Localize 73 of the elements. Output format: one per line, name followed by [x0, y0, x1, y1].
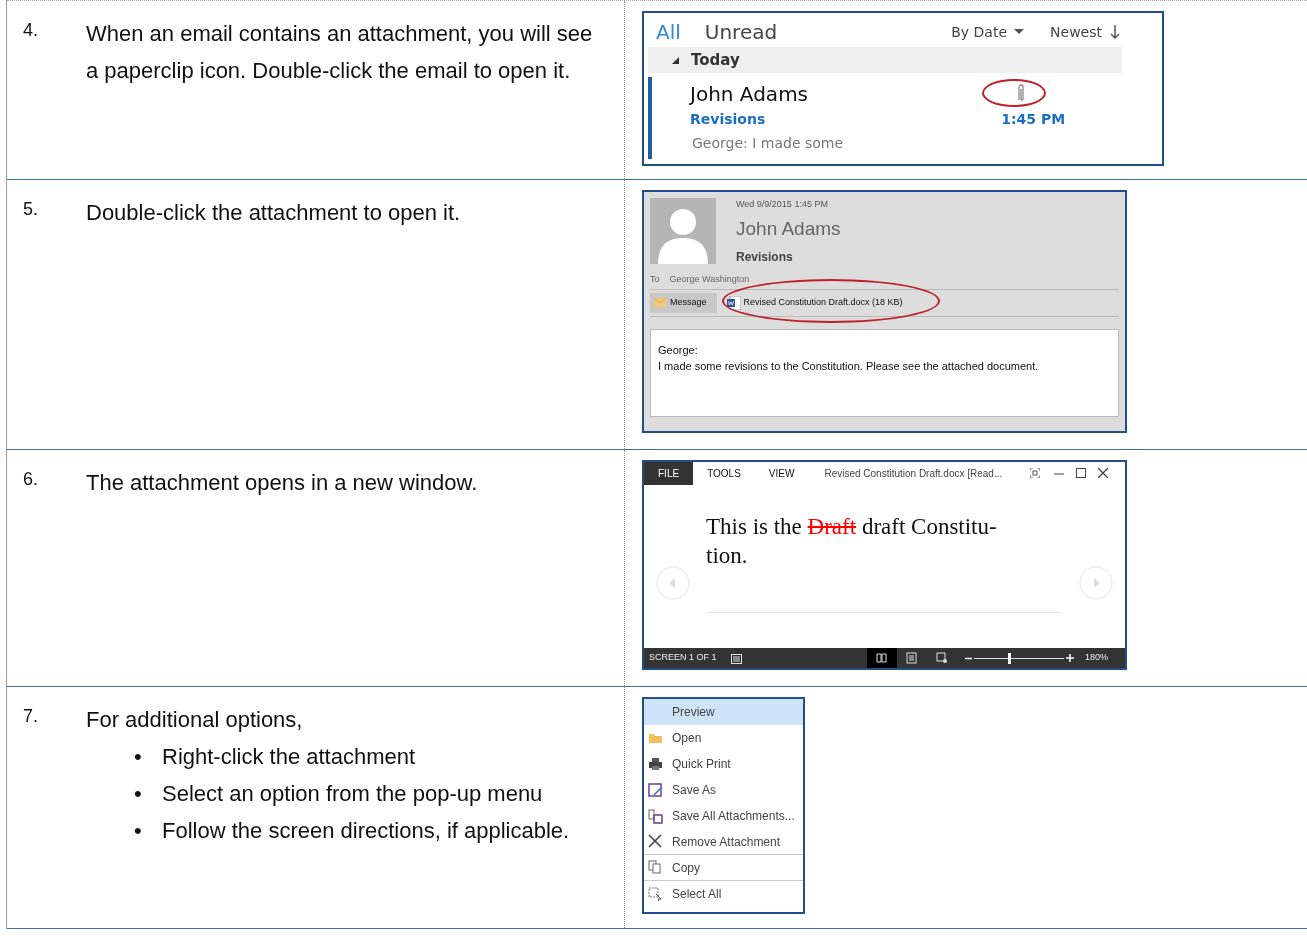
step-instruction: Double-click the attachment to open it. [86, 199, 462, 227]
caret-icon [1014, 29, 1025, 35]
window-title: Revised Constitution Draft.docx [Read... [824, 466, 1003, 481]
bullet-marker: • [134, 780, 143, 808]
sort-dropdown[interactable]: By Date [951, 21, 1008, 43]
ribbon-tab[interactable]: FILE [644, 461, 694, 485]
menu-item[interactable]: Preview [644, 699, 803, 725]
message-body-line: I made some revisions to the Constitution. Please see the attached document. [658, 358, 1040, 374]
fullscreen-icon [1030, 468, 1041, 478]
menu-item[interactable]: Select All [644, 881, 803, 907]
bullet-item: Right-click the attachment [162, 743, 416, 771]
bullet-marker: • [134, 817, 143, 845]
next-page-icon [1079, 566, 1113, 600]
step-number: 5. [23, 198, 39, 221]
collapse-triangle-icon [672, 56, 679, 64]
zoom-in-icon [1065, 654, 1074, 662]
step-number: 4. [23, 19, 39, 42]
avatar-silhouette-icon [650, 198, 716, 264]
step-instruction: When an email contains an attachment, you will see a paperclip icon. Double-click the email to open it. [86, 20, 594, 85]
menu-item[interactable]: Quick Print [644, 751, 803, 777]
filter-tab[interactable]: Unread [704, 17, 778, 47]
message-body-line: George: [658, 342, 699, 358]
menu-item[interactable]: Copy [644, 855, 803, 881]
step-instruction: For additional options, [86, 706, 304, 734]
previous-page-icon [656, 566, 690, 600]
message-tab[interactable]: Message [650, 292, 717, 313]
view-icon [906, 652, 918, 664]
save-icon [648, 782, 663, 798]
view-mode-button[interactable] [866, 648, 897, 668]
email-item[interactable]: John Adams Revisions 1:45 PM George: I made some [648, 77, 1162, 159]
ribbon-tab[interactable]: VIEW [754, 461, 809, 485]
close-icon [1098, 468, 1109, 478]
select-all-icon [648, 886, 663, 902]
menu-item[interactable]: Remove Attachment [644, 829, 803, 855]
menu-item[interactable]: Save As [644, 777, 803, 803]
save-all-icon [648, 808, 663, 824]
envelope-icon [654, 298, 666, 307]
filter-tab[interactable]: All [656, 17, 681, 47]
sender-name: John Adams [690, 81, 809, 108]
group-title: Today [691, 49, 740, 71]
sort-order-button[interactable]: Newest [1050, 21, 1102, 43]
to-label: To [650, 273, 660, 286]
printer-icon [648, 756, 663, 772]
arrow-down-icon [1110, 24, 1120, 40]
step-instruction: The attachment opens in a new window. [86, 469, 479, 497]
bullet-marker: • [134, 743, 143, 771]
bullet-item: Select an option from the pop-up menu [162, 780, 543, 808]
recipient-name: George Washington [669, 273, 750, 286]
document-text: This is the Draft draft Constitu- tion. [706, 512, 1062, 613]
calendar-icon [730, 652, 742, 664]
copy-icon [648, 860, 663, 875]
menu-item[interactable]: Open [644, 725, 803, 751]
attachment-item[interactable]: Revised Constitution Draft.docx (18 KB) [726, 295, 903, 310]
message-date: Wed 9/9/2015 1:45 PM [736, 198, 829, 211]
close-icon [648, 834, 663, 849]
email-subject: Revisions [690, 110, 766, 129]
menu-item[interactable]: Save All Attachments... [644, 803, 803, 829]
ribbon-tab[interactable]: TOOLS [693, 461, 755, 485]
email-preview: George: I made some [691, 134, 844, 153]
bullet-item: Follow the screen directions, if applicable. [162, 817, 570, 845]
sender-name: John Adams [736, 216, 841, 241]
step-number: 7. [23, 705, 39, 728]
highlight-ellipse [982, 79, 1046, 107]
slider-thumb[interactable] [1007, 652, 1011, 664]
maximize-icon [1076, 468, 1087, 478]
step-number: 6. [23, 468, 39, 491]
view-icon [876, 652, 888, 664]
view-icon [936, 652, 948, 664]
email-time: 1:45 PM [1001, 110, 1066, 129]
page-status: SCREEN 1 OF 1 [649, 651, 717, 665]
word-document-icon [726, 295, 741, 310]
zoom-percent: 180% [1084, 651, 1108, 665]
message-subject: Revisions [736, 249, 794, 266]
